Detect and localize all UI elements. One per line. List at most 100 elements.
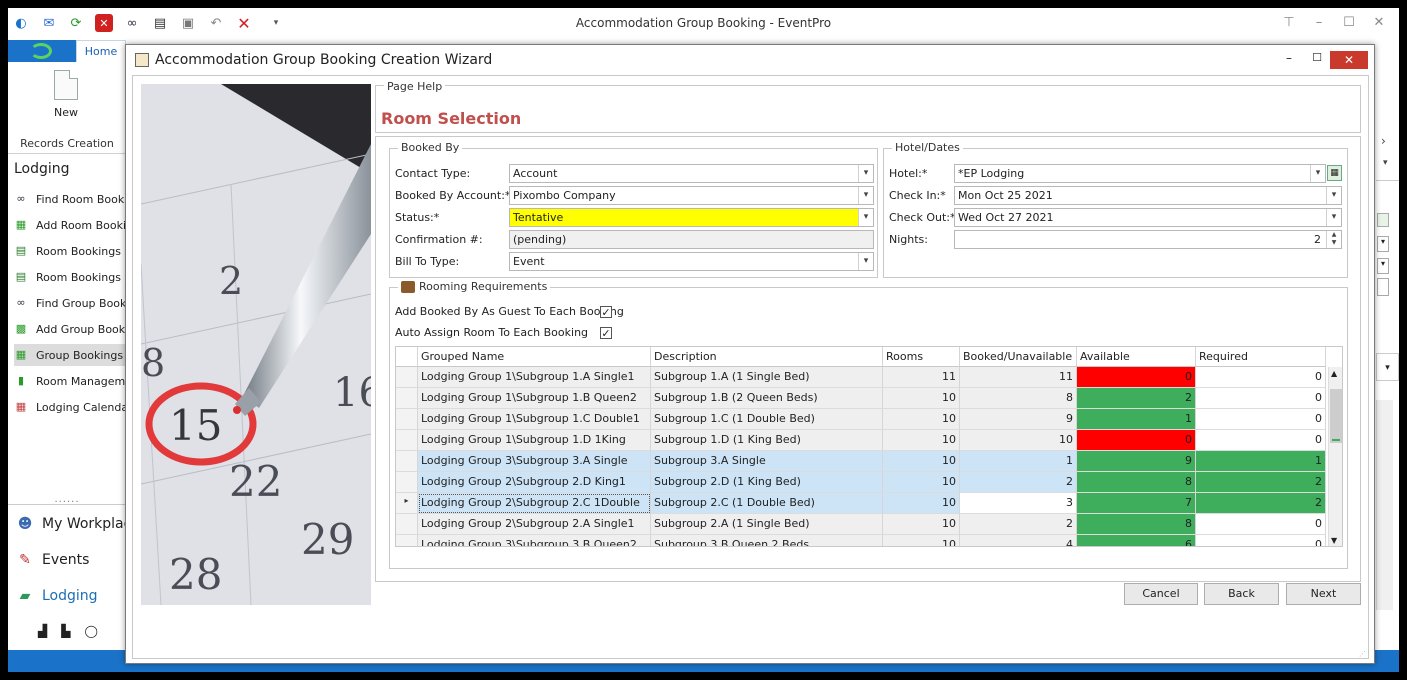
sidebar-item-room-bookings-by[interactable]: ▤ Room Bookings by <box>14 266 126 288</box>
resize-grip-icon[interactable]: ⋰ <box>1359 650 1367 658</box>
cell-grouped-name[interactable]: Lodging Group 1\Subgroup 1.B Queen2 <box>418 388 651 409</box>
row-indicator[interactable] <box>396 451 418 472</box>
contact-type-dropdown[interactable]: Account ▾ <box>509 164 874 183</box>
close-button[interactable]: ✕ <box>1368 13 1390 33</box>
chevron-down-icon[interactable]: ▾ <box>858 187 873 204</box>
cell-booked[interactable]: 3 <box>960 493 1077 514</box>
cell-booked[interactable]: 4 <box>960 535 1077 546</box>
status-dropdown[interactable]: Tentative ▾ <box>509 208 874 227</box>
module-my-workplace[interactable]: ☻ My Workplace <box>16 511 140 537</box>
col-header-available[interactable]: Available <box>1077 347 1196 367</box>
report-icon[interactable]: ▙ <box>61 624 70 644</box>
cell-required[interactable]: 2 <box>1196 472 1326 493</box>
bg-scrollbar[interactable] <box>1376 400 1393 610</box>
cell-rooms[interactable]: 10 <box>883 388 960 409</box>
bg-dropdown-icon[interactable]: ▾ <box>1383 158 1388 168</box>
cell-grouped-name[interactable]: Lodging Group 1\Subgroup 1.A Single1 <box>418 367 651 388</box>
table-row[interactable]: Lodging Group 3\Subgroup 3.B Queen2 Subg… <box>396 535 1328 546</box>
cell-available[interactable]: 2 <box>1077 388 1196 409</box>
cell-required[interactable]: 2 <box>1196 493 1326 514</box>
chat-icon[interactable]: ◯ <box>84 624 97 644</box>
cell-grouped-name[interactable]: Lodging Group 1\Subgroup 1.D 1King <box>418 430 651 451</box>
current-row-arrow-icon[interactable]: ▸ <box>396 493 418 514</box>
cell-description[interactable]: Subgroup 1.C (1 Double Bed) <box>651 409 883 430</box>
row-indicator[interactable] <box>396 430 418 451</box>
maximize-button[interactable]: ☐ <box>1338 13 1360 33</box>
bg-dropdown-icon[interactable]: ▾ <box>1377 236 1389 252</box>
col-header-rooms[interactable]: Rooms <box>883 347 960 367</box>
check-in-date-picker[interactable]: Mon Oct 25 2021 ▾ <box>954 186 1342 205</box>
scroll-down-icon[interactable]: ▼ <box>1331 536 1337 545</box>
nights-stepper[interactable]: 2 ▲ ▼ <box>954 230 1342 249</box>
cell-description[interactable]: Subgroup 1.B (2 Queen Beds) <box>651 388 883 409</box>
wizard-close-button[interactable]: ✕ <box>1330 51 1368 69</box>
cell-rooms[interactable]: 10 <box>883 409 960 430</box>
next-button[interactable]: Next <box>1286 583 1361 605</box>
minimize-button[interactable]: – <box>1308 13 1330 33</box>
table-row[interactable]: Lodging Group 3\Subgroup 3.A Single Subg… <box>396 451 1328 472</box>
cell-required[interactable]: 0 <box>1196 430 1326 451</box>
cell-required[interactable]: 1 <box>1196 451 1326 472</box>
cell-rooms[interactable]: 11 <box>883 367 960 388</box>
col-header-required[interactable]: Required <box>1196 347 1326 367</box>
grid-scrollbar[interactable]: ▲ ▼ <box>1328 367 1342 546</box>
new-button[interactable]: New <box>46 70 86 130</box>
cell-booked[interactable]: 10 <box>960 430 1077 451</box>
chevron-down-icon[interactable]: ▾ <box>858 253 873 270</box>
cell-description[interactable]: Subgroup 1.A (1 Single Bed) <box>651 367 883 388</box>
add-guest-checkbox[interactable]: ✓ <box>600 306 612 318</box>
bg-chevron-icon[interactable]: › <box>1381 134 1386 148</box>
cell-rooms[interactable]: 10 <box>883 430 960 451</box>
cell-booked[interactable]: 11 <box>960 367 1077 388</box>
table-row-current[interactable]: ▸ Lodging Group 2\Subgroup 2.C 1Double S… <box>396 493 1328 514</box>
sidebar-item-room-bookings[interactable]: ▤ Room Bookings <box>14 240 126 262</box>
scroll-up-icon[interactable]: ▲ <box>1331 369 1337 378</box>
cell-available[interactable]: 0 <box>1077 430 1196 451</box>
check-out-date-picker[interactable]: Wed Oct 27 2021 ▾ <box>954 208 1342 227</box>
col-header-description[interactable]: Description <box>651 347 883 367</box>
back-button[interactable]: Back <box>1204 583 1279 605</box>
table-row[interactable]: Lodging Group 1\Subgroup 1.C Double1 Sub… <box>396 409 1328 430</box>
bg-dropdown-icon[interactable]: ▾ <box>1377 258 1389 274</box>
cell-required[interactable]: 0 <box>1196 535 1326 546</box>
cell-booked[interactable]: 2 <box>960 514 1077 535</box>
row-indicator[interactable] <box>396 388 418 409</box>
scroll-thumb[interactable] <box>1330 389 1342 443</box>
cell-description[interactable]: Subgroup 2.A (1 Single Bed) <box>651 514 883 535</box>
cell-required[interactable]: 0 <box>1196 388 1326 409</box>
cancel-button[interactable]: Cancel <box>1124 583 1198 605</box>
cell-available[interactable]: 6 <box>1077 535 1196 546</box>
cell-required[interactable]: 0 <box>1196 409 1326 430</box>
table-row[interactable]: Lodging Group 2\Subgroup 2.D King1 Subgr… <box>396 472 1328 493</box>
cell-description[interactable]: Subgroup 2.D (1 King Bed) <box>651 472 883 493</box>
cell-rooms[interactable]: 10 <box>883 535 960 546</box>
building-icon[interactable]: ▟ <box>38 624 47 644</box>
cell-available[interactable]: 8 <box>1077 514 1196 535</box>
sidebar-item-group-bookings[interactable]: ▦ Group Bookings <box>14 344 126 366</box>
spin-arrows-icon[interactable]: ▲ ▼ <box>1326 231 1341 248</box>
chevron-down-icon[interactable]: ▾ <box>858 165 873 182</box>
sidebar-item-add-room-booking[interactable]: ▦ Add Room Booking <box>14 214 126 236</box>
cell-available[interactable]: 8 <box>1077 472 1196 493</box>
cell-rooms[interactable]: 10 <box>883 472 960 493</box>
table-row[interactable]: Lodging Group 1\Subgroup 1.B Queen2 Subg… <box>396 388 1328 409</box>
cell-booked[interactable]: 2 <box>960 472 1077 493</box>
wizard-minimize-button[interactable]: – <box>1278 51 1300 69</box>
cell-description[interactable]: Subgroup 2.C (1 Double Bed) <box>651 493 883 514</box>
auto-assign-checkbox[interactable]: ✓ <box>600 327 612 339</box>
table-row[interactable]: Lodging Group 2\Subgroup 2.A Single1 Sub… <box>396 514 1328 535</box>
tab-home[interactable]: Home <box>76 40 126 62</box>
row-indicator[interactable] <box>396 514 418 535</box>
cell-rooms[interactable]: 10 <box>883 451 960 472</box>
cell-rooms[interactable]: 10 <box>883 514 960 535</box>
cell-grouped-name[interactable]: Lodging Group 3\Subgroup 3.B Queen2 <box>418 535 651 546</box>
module-lodging[interactable]: ▰ Lodging <box>16 583 98 609</box>
cell-grouped-name[interactable]: Lodging Group 2\Subgroup 2.D King1 <box>418 472 651 493</box>
cell-required[interactable]: 0 <box>1196 514 1326 535</box>
cell-required[interactable]: 0 <box>1196 367 1326 388</box>
chevron-down-icon[interactable]: ▾ <box>858 209 873 226</box>
cell-booked[interactable]: 9 <box>960 409 1077 430</box>
sidebar-item-add-group-booking[interactable]: ▩ Add Group Booking <box>14 318 126 340</box>
sidebar-item-room-management[interactable]: ▮ Room Management <box>14 370 126 392</box>
row-indicator[interactable] <box>396 472 418 493</box>
